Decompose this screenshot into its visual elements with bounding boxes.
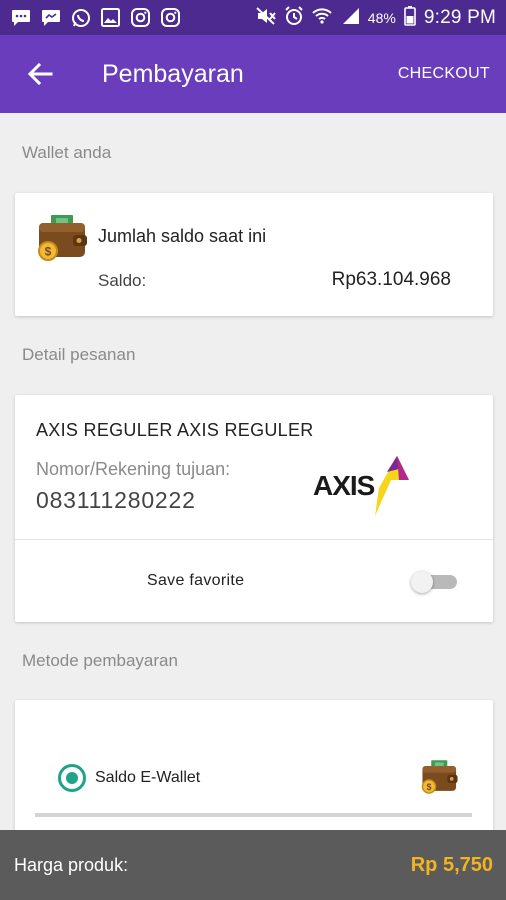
- instagram-icon: [130, 7, 151, 28]
- product-name: AXIS REGULER AXIS REGULER: [36, 420, 314, 440]
- payment-section-label: Metode pembayaran: [22, 651, 178, 670]
- svg-text:$: $: [427, 782, 432, 792]
- arrow-back-icon: [27, 62, 53, 86]
- status-bar: 48% 9:29 PM: [0, 0, 506, 35]
- whatsapp-icon: [70, 7, 91, 28]
- price-bar: Harga produk: Rp 5,750: [0, 830, 506, 900]
- price-label: Harga produk:: [14, 854, 129, 875]
- instagram-icon: [160, 7, 181, 28]
- alarm-icon: [284, 6, 304, 29]
- clock: 9:29 PM: [423, 6, 496, 28]
- mute-icon: [256, 7, 276, 28]
- notification-icons: [10, 7, 181, 28]
- battery-icon: [404, 6, 416, 29]
- svg-text:$: $: [45, 245, 52, 259]
- gallery-icon: [100, 7, 121, 28]
- wallet-icon: $: [421, 760, 458, 794]
- price-value: Rp 5,750: [410, 853, 493, 876]
- destination-number: 083111280222: [36, 487, 196, 513]
- checkout-button[interactable]: CHECKOUT: [398, 65, 490, 83]
- wallet-section-label: Wallet anda: [22, 143, 112, 162]
- ewallet-radio[interactable]: [58, 764, 86, 792]
- balance-value: Rp63.104.968: [331, 269, 451, 290]
- destination-label: Nomor/Rekening tujuan:: [36, 459, 231, 479]
- signal-icon: [340, 7, 360, 28]
- save-favorite-label: Save favorite: [147, 572, 245, 589]
- wifi-icon: [312, 7, 332, 28]
- axis-logo: AXIS: [313, 456, 409, 516]
- chat-icon: [40, 7, 61, 28]
- svg-text:AXIS: AXIS: [313, 470, 375, 501]
- page-title: Pembayaran: [102, 59, 244, 88]
- toggle-knob: [411, 571, 433, 593]
- wallet-icon: $: [38, 215, 87, 261]
- detail-section-label: Detail pesanan: [22, 345, 136, 364]
- order-detail-card: AXIS REGULER AXIS REGULER Nomor/Rekening…: [15, 395, 493, 622]
- wallet-card: $ Jumlah saldo saat ini Saldo: Rp63.104.…: [15, 193, 493, 316]
- divider: [15, 539, 493, 540]
- messages-icon: [10, 7, 31, 28]
- save-favorite-toggle[interactable]: [411, 571, 457, 593]
- ewallet-option-label[interactable]: Saldo E-Wallet: [95, 769, 200, 787]
- balance-label: Saldo:: [98, 271, 147, 290]
- back-button[interactable]: [10, 35, 70, 113]
- option-underline: [35, 813, 472, 817]
- balance-title: Jumlah saldo saat ini: [98, 226, 267, 246]
- battery-percent: 48%: [367, 9, 396, 26]
- status-indicators: 48% 9:29 PM: [256, 6, 496, 29]
- app-bar: Pembayaran CHECKOUT: [0, 35, 506, 113]
